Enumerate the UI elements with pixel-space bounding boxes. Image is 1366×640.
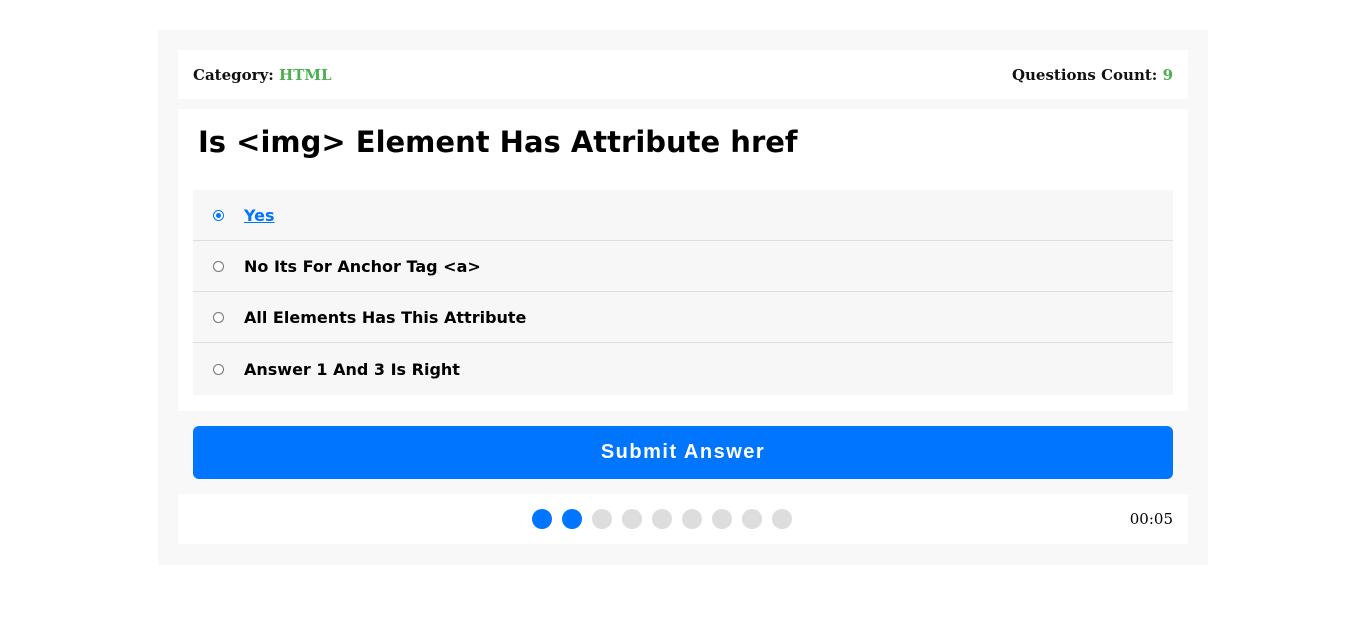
quiz-app: Category: HTML Questions Count: 9 Is <im… <box>158 30 1208 565</box>
category-value: HTML <box>279 65 332 84</box>
progress-bullet <box>652 509 672 529</box>
progress-bullet <box>532 509 552 529</box>
progress-bullet <box>592 509 612 529</box>
answers-area: Yes No Its For Anchor Tag <a> All Elemen… <box>193 190 1173 395</box>
progress-bullets <box>532 509 792 529</box>
progress-bullet <box>682 509 702 529</box>
answer-option-2[interactable]: No Its For Anchor Tag <a> <box>193 241 1173 292</box>
progress-bullet <box>772 509 792 529</box>
category-label: Category: <box>193 65 274 84</box>
quiz-area: Is <img> Element Has Attribute href Yes … <box>178 109 1188 411</box>
answer-label-3[interactable]: All Elements Has This Attribute <box>244 308 526 327</box>
submit-answer-button[interactable]: Submit Answer <box>193 426 1173 479</box>
answer-radio-3[interactable] <box>213 311 224 323</box>
category: Category: HTML <box>193 66 332 84</box>
answer-label-2[interactable]: No Its For Anchor Tag <a> <box>244 257 481 276</box>
answer-radio-1[interactable] <box>213 209 224 221</box>
questions-count-label: Questions Count: <box>1011 65 1158 84</box>
answer-label-4[interactable]: Answer 1 And 3 Is Right <box>244 360 460 379</box>
question-title: Is <img> Element Has Attribute href <box>198 125 798 159</box>
progress-bullet <box>712 509 732 529</box>
progress-bullet <box>562 509 582 529</box>
answer-option-1[interactable]: Yes <box>193 190 1173 241</box>
answer-radio-4[interactable] <box>213 363 224 375</box>
quiz-info-bar: Category: HTML Questions Count: 9 <box>178 50 1188 99</box>
progress-bullet <box>742 509 762 529</box>
answer-radio-2[interactable] <box>213 260 224 272</box>
countdown-timer: 00:05 <box>1129 510 1173 528</box>
bullets-area: 00:05 <box>178 494 1188 544</box>
questions-count: Questions Count: 9 <box>1012 66 1173 84</box>
progress-bullet <box>622 509 642 529</box>
answer-option-3[interactable]: All Elements Has This Attribute <box>193 292 1173 343</box>
answer-option-4[interactable]: Answer 1 And 3 Is Right <box>193 343 1173 395</box>
questions-count-value: 9 <box>1162 65 1173 84</box>
answer-label-1[interactable]: Yes <box>244 206 275 225</box>
